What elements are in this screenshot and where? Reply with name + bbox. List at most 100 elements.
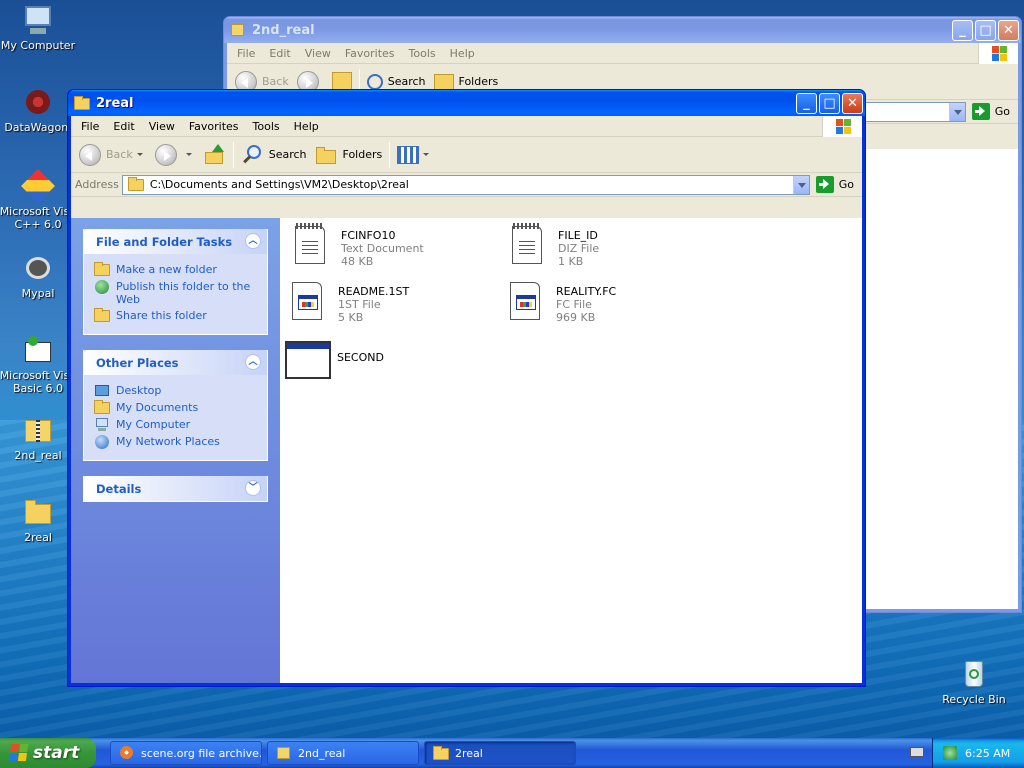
recycle-bin-icon	[958, 658, 990, 690]
folder-icon	[433, 746, 449, 760]
generic-file-icon	[286, 280, 328, 326]
window-2real[interactable]: 2real _ □ ✕ File Edit View Favorites Too…	[67, 89, 866, 687]
folder-icon	[127, 176, 144, 191]
menu-tools[interactable]: Tools	[402, 47, 443, 60]
file-item-file-id[interactable]: FILE_ID DIZ File 1 KB	[506, 223, 599, 270]
file-folder-tasks-header[interactable]: File and Folder Tasks ︿	[84, 229, 267, 254]
menu-file[interactable]: File	[230, 47, 262, 60]
my-documents-link[interactable]: My Documents	[94, 400, 257, 415]
folders-icon	[315, 145, 339, 165]
menu-edit[interactable]: Edit	[262, 47, 297, 60]
menu-help[interactable]: Help	[443, 47, 482, 60]
globe-icon	[94, 280, 110, 294]
menu-tools[interactable]: Tools	[246, 120, 287, 133]
file-item-fcinfo10[interactable]: FCINFO10 Text Document 48 KB	[289, 223, 424, 270]
views-dropdown-icon	[423, 153, 430, 156]
maximize-button[interactable]: □	[975, 19, 996, 41]
windows-logo-icon	[822, 116, 862, 137]
menu-edit[interactable]: Edit	[106, 120, 141, 133]
start-button[interactable]: start	[0, 738, 96, 768]
application-icon	[283, 336, 333, 382]
go-button[interactable]: Go	[966, 103, 1018, 120]
file-folder-tasks-panel: File and Folder Tasks ︿ Make a new folde…	[83, 229, 268, 335]
menu-favorites[interactable]: Favorites	[182, 120, 246, 133]
collapse-chevron-icon[interactable]: ︿	[245, 233, 261, 249]
close-button[interactable]: ✕	[998, 19, 1019, 41]
desktop-link[interactable]: Desktop	[94, 384, 257, 398]
file-item-reality-fc[interactable]: REALITY.FC FC File 969 KB	[504, 280, 616, 326]
close-button[interactable]: ✕	[842, 92, 863, 114]
share-folder-icon	[94, 308, 110, 323]
file-item-readme-1st[interactable]: README.1ST 1ST File 5 KB	[286, 280, 409, 326]
my-network-places-link[interactable]: My Network Places	[94, 435, 257, 449]
minimize-button[interactable]: _	[952, 19, 973, 41]
make-new-folder-link[interactable]: Make a new folder	[94, 262, 257, 277]
client-area: File Edit View Favorites Tools Help Back	[71, 116, 862, 683]
minimize-button[interactable]: _	[796, 92, 817, 114]
address-dropdown[interactable]	[948, 102, 965, 121]
menu-favorites[interactable]: Favorites	[338, 47, 402, 60]
search-button[interactable]: Search	[237, 140, 311, 170]
folders-icon	[433, 73, 454, 90]
window-title: 2real	[96, 95, 134, 111]
taskbar: start scene.org file archive... 2nd_real…	[0, 738, 1024, 768]
keyboard-icon[interactable]	[910, 747, 924, 757]
clock[interactable]: 6:25 AM	[965, 747, 1010, 760]
details-panel: Details ﹀	[83, 476, 268, 502]
new-folder-icon	[94, 262, 110, 277]
forward-button[interactable]	[151, 140, 200, 170]
back-dropdown-icon	[136, 153, 143, 156]
views-button[interactable]	[393, 140, 437, 170]
expand-chevron-icon[interactable]: ﹀	[245, 480, 261, 496]
menu-view[interactable]: View	[142, 120, 182, 133]
menu-bar: File Edit View Favorites Tools Help	[227, 43, 1018, 64]
computer-icon	[94, 418, 110, 432]
address-dropdown[interactable]	[792, 175, 809, 194]
folder-icon	[74, 96, 90, 110]
folders-button[interactable]: Folders	[311, 140, 387, 170]
content-pane: File and Folder Tasks ︿ Make a new folde…	[71, 218, 862, 683]
my-computer-link[interactable]: My Computer	[94, 418, 257, 432]
titlebar-2real[interactable]: 2real _ □ ✕	[68, 90, 865, 116]
search-icon	[366, 73, 383, 90]
menu-file[interactable]: File	[74, 120, 106, 133]
titlebar-2nd-real[interactable]: 2nd_real _ □ ✕	[224, 17, 1021, 43]
forward-dropdown-icon	[185, 153, 192, 156]
other-places-header[interactable]: Other Places ︿	[84, 350, 267, 375]
desktop-icon	[94, 384, 110, 398]
menu-help[interactable]: Help	[287, 120, 326, 133]
file-view[interactable]: FCINFO10 Text Document 48 KB FILE_ID DIZ…	[280, 218, 862, 683]
back-arrow-icon	[79, 143, 101, 166]
taskbar-button-browser[interactable]: scene.org file archive...	[110, 741, 262, 765]
folder-icon	[22, 496, 54, 528]
documents-folder-icon	[94, 400, 110, 415]
details-header[interactable]: Details ﹀	[84, 476, 267, 501]
desktop-icon-my-computer[interactable]: My Computer	[0, 4, 78, 52]
share-folder-link[interactable]: Share this folder	[94, 308, 257, 323]
up-folder-button[interactable]	[200, 140, 230, 170]
desktop-icon-recycle-bin[interactable]: Recycle Bin	[934, 658, 1014, 706]
collapse-chevron-icon[interactable]: ︿	[245, 354, 261, 370]
maximize-button[interactable]: □	[819, 92, 840, 114]
go-arrow-icon	[971, 103, 990, 120]
task-pane: File and Folder Tasks ︿ Make a new folde…	[71, 218, 280, 683]
window-title: 2nd_real	[252, 22, 315, 38]
file-item-second[interactable]: SECOND	[283, 336, 384, 382]
raccoon-icon	[22, 252, 54, 284]
network-tray-icon[interactable]	[943, 746, 957, 760]
search-icon	[241, 144, 265, 166]
notepad-doc-icon	[289, 223, 331, 270]
browser-icon	[119, 746, 135, 760]
notepad-doc-icon	[506, 223, 548, 270]
menu-view[interactable]: View	[298, 47, 338, 60]
generic-file-icon	[504, 280, 546, 326]
publish-folder-link[interactable]: Publish this folder to the Web	[94, 280, 257, 306]
windows-logo-icon	[978, 43, 1018, 64]
address-bar: Address C:\Documents and Settings\VM2\De…	[71, 173, 862, 197]
taskbar-button-2real[interactable]: 2real	[424, 741, 576, 765]
computer-icon	[22, 4, 54, 36]
back-button[interactable]: Back	[75, 140, 151, 170]
taskbar-button-2nd-real[interactable]: 2nd_real	[267, 741, 419, 765]
go-button[interactable]: Go	[810, 176, 862, 193]
address-field[interactable]: C:\Documents and Settings\VM2\Desktop\2r…	[121, 174, 810, 195]
